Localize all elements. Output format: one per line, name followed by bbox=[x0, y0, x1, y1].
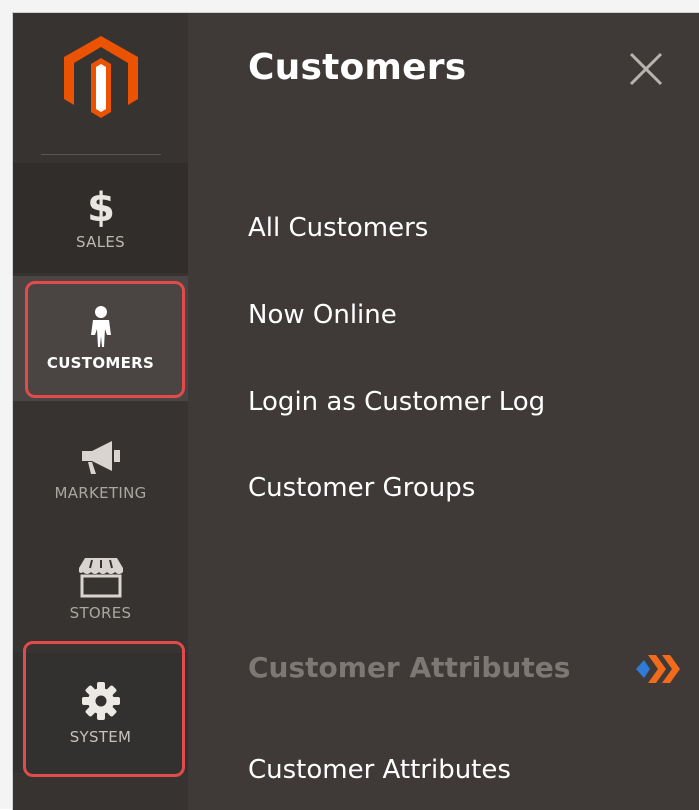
admin-menu: $ SALES CUSTOMERS MARKETING STORES SYSTE… bbox=[12, 12, 699, 810]
person-icon bbox=[88, 305, 114, 348]
magento-logo-icon bbox=[63, 36, 138, 118]
sidebar-item-stores[interactable]: STORES bbox=[13, 533, 188, 645]
menu-link-login-as-customer-log[interactable]: Login as Customer Log bbox=[248, 387, 545, 417]
close-icon bbox=[629, 52, 663, 86]
sidebar-item-label: SALES bbox=[76, 233, 125, 251]
megaphone-icon bbox=[78, 436, 124, 478]
menu-link-now-online[interactable]: Now Online bbox=[248, 300, 397, 330]
svg-text:$: $ bbox=[87, 185, 115, 227]
panel-title: Customers bbox=[248, 47, 467, 88]
section-heading-customer-attributes: Customer Attributes bbox=[248, 651, 571, 684]
sidebar-item-marketing[interactable]: MARKETING bbox=[13, 413, 188, 525]
logo-divider bbox=[41, 154, 161, 155]
sidebar-item-sales[interactable]: $ SALES bbox=[13, 163, 188, 273]
customers-flyout-panel: Customers All Customers Now Online Login… bbox=[188, 13, 699, 810]
sidebar: $ SALES CUSTOMERS MARKETING STORES SYSTE… bbox=[13, 13, 188, 810]
menu-link-customer-groups[interactable]: Customer Groups bbox=[248, 473, 475, 503]
sidebar-item-label: MARKETING bbox=[54, 484, 147, 502]
menu-link-customer-attributes[interactable]: Customer Attributes bbox=[248, 755, 511, 785]
sidebar-item-label: SYSTEM bbox=[69, 728, 132, 746]
dollar-icon: $ bbox=[86, 185, 116, 227]
sidebar-item-customers[interactable]: CUSTOMERS bbox=[13, 276, 188, 401]
sidebar-item-label: CUSTOMERS bbox=[46, 353, 155, 372]
screenshot-frame: $ SALES CUSTOMERS MARKETING STORES SYSTE… bbox=[0, 0, 699, 810]
close-button[interactable] bbox=[628, 51, 664, 87]
extension-badge-icon bbox=[636, 649, 682, 689]
sidebar-item-label: STORES bbox=[69, 604, 132, 622]
magento-logo[interactable] bbox=[13, 13, 188, 153]
gear-icon bbox=[81, 680, 121, 722]
store-icon bbox=[75, 556, 127, 598]
sidebar-item-system[interactable]: SYSTEM bbox=[13, 653, 188, 773]
menu-link-all-customers[interactable]: All Customers bbox=[248, 213, 428, 243]
